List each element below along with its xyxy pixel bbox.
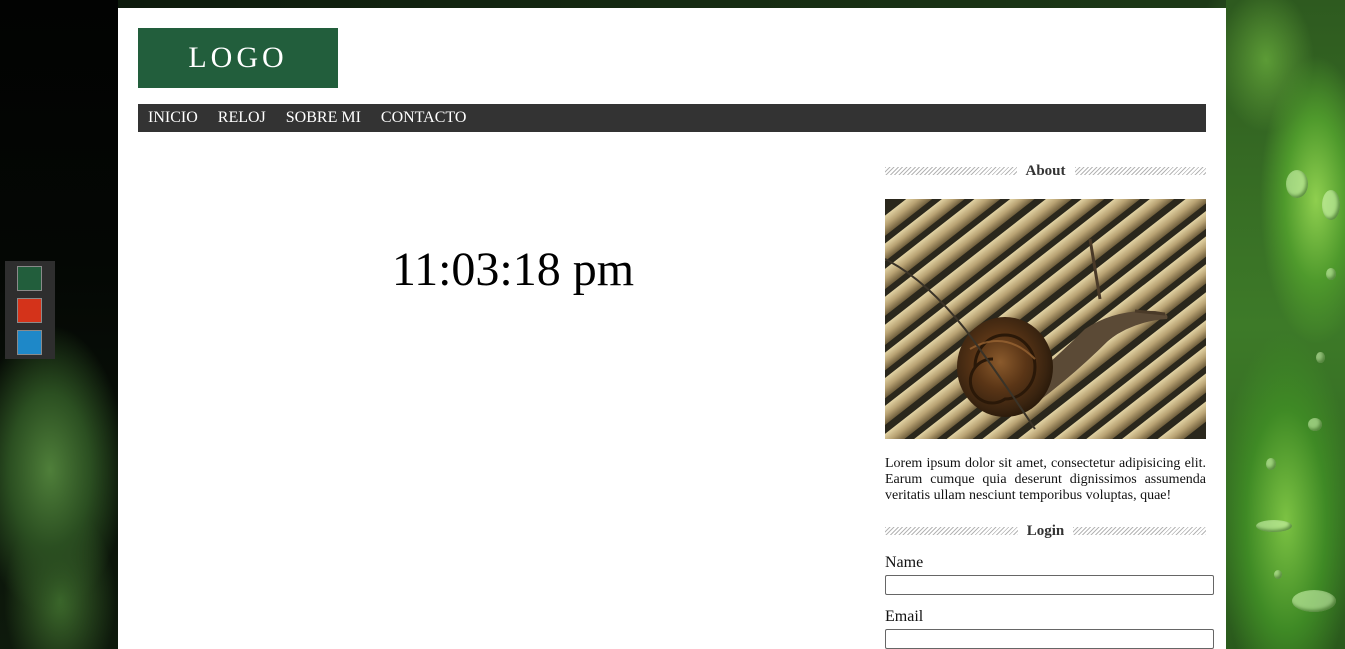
login-heading: Login xyxy=(885,520,1207,542)
sidebar: About Lorem ipsum dolor sit amet, consec… xyxy=(885,160,1214,649)
nav-item-inicio[interactable]: INICIO xyxy=(148,109,198,127)
theme-swatch-red[interactable] xyxy=(17,298,42,323)
nav-item-sobre-mi[interactable]: SOBRE MI xyxy=(286,109,361,127)
theme-swatch-blue[interactable] xyxy=(17,330,42,355)
heading-decoration xyxy=(1074,167,1207,175)
about-heading: About xyxy=(885,160,1207,182)
email-label: Email xyxy=(885,608,924,625)
name-input[interactable] xyxy=(885,575,1214,595)
page-container: LOGO INICIO RELOJ SOBRE MI CONTACTO 11:0… xyxy=(118,8,1226,649)
heading-decoration xyxy=(1073,527,1207,535)
nav-item-reloj[interactable]: RELOJ xyxy=(218,109,266,127)
background-right xyxy=(1226,0,1345,649)
about-title: About xyxy=(1025,162,1066,179)
snail-photo xyxy=(885,199,1206,439)
main-nav: INICIO RELOJ SOBRE MI CONTACTO xyxy=(138,104,1206,132)
name-label: Name xyxy=(885,554,924,571)
login-title: Login xyxy=(1026,522,1065,539)
heading-decoration xyxy=(885,527,1018,535)
nav-item-contacto[interactable]: CONTACTO xyxy=(381,109,467,127)
clock-display: 11:03:18 pm xyxy=(391,243,635,296)
theme-switcher xyxy=(5,261,55,359)
email-input[interactable] xyxy=(885,629,1214,649)
site-logo[interactable]: LOGO xyxy=(138,28,338,88)
heading-decoration xyxy=(885,167,1017,175)
about-text: Lorem ipsum dolor sit amet, consectetur … xyxy=(885,456,1206,503)
theme-swatch-green[interactable] xyxy=(17,266,42,291)
